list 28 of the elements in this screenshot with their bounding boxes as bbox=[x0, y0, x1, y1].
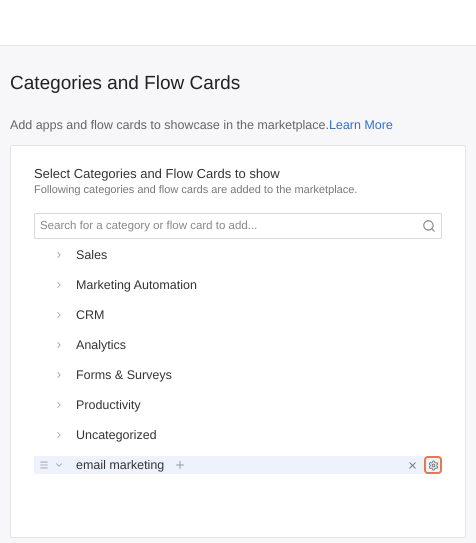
close-icon[interactable] bbox=[407, 460, 418, 470]
tree-row[interactable]: Forms & Surveys bbox=[34, 366, 442, 384]
card-title: Select Categories and Flow Cards to show bbox=[34, 166, 281, 182]
tree-label: Productivity bbox=[76, 396, 141, 414]
add-icon[interactable] bbox=[174, 459, 186, 471]
search-field[interactable]: Search for a category or flow card to add... bbox=[34, 213, 442, 239]
page-title: Categories and Flow Cards bbox=[10, 72, 242, 96]
tree-row[interactable]: Sales bbox=[34, 246, 442, 264]
tree-row[interactable]: Analytics bbox=[34, 336, 442, 354]
tree-row[interactable]: Marketing Automation bbox=[34, 276, 442, 294]
tree-row[interactable]: Uncategorized bbox=[34, 426, 442, 444]
tree-row[interactable]: CRM bbox=[34, 306, 442, 324]
tree-label: CRM bbox=[76, 306, 104, 324]
tree-row[interactable]: Productivity bbox=[34, 396, 442, 414]
tree-label: Marketing Automation bbox=[76, 276, 197, 294]
tree-label: Analytics bbox=[76, 336, 126, 354]
card-subtitle: Following categories and flow cards are added to the marketplace. bbox=[34, 183, 358, 197]
learn-more-link[interactable]: Learn More bbox=[328, 117, 393, 133]
search-icon bbox=[422, 219, 436, 233]
tree-label: Uncategorized bbox=[76, 426, 157, 444]
drag-handle-icon[interactable] bbox=[39, 460, 49, 470]
settings-button[interactable] bbox=[424, 456, 442, 474]
selected-tree-row[interactable]: email marketing bbox=[34, 456, 442, 474]
description: Add apps and flow cards to showcase in the marketplace. bbox=[10, 117, 329, 133]
tree-label: email marketing bbox=[76, 456, 164, 474]
settings-icon bbox=[428, 460, 438, 470]
tree-label: Forms & Surveys bbox=[76, 366, 172, 384]
tree-label: Sales bbox=[76, 246, 108, 264]
